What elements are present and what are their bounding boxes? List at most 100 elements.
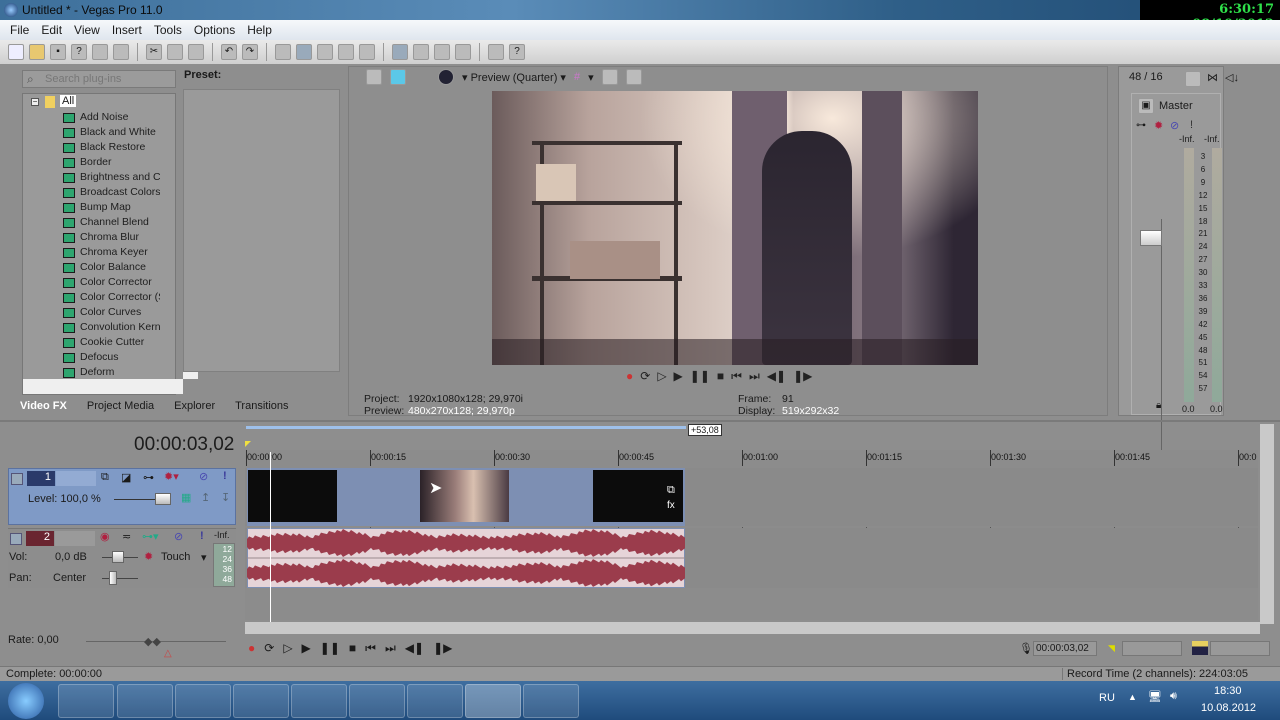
mute-icon[interactable]: ⊘ <box>199 470 208 483</box>
menu-insert[interactable]: Insert <box>106 20 148 40</box>
taskbar-app-chrome[interactable] <box>117 684 173 718</box>
save-icon[interactable]: ▪ <box>50 44 66 60</box>
copy-snapshot-icon[interactable] <box>601 69 618 85</box>
taskbar-app-1[interactable] <box>175 684 231 718</box>
split-screen-icon[interactable] <box>414 69 430 85</box>
selection-tool-icon[interactable] <box>434 44 450 60</box>
open-icon[interactable] <box>29 44 45 60</box>
solo-icon[interactable]: ! <box>223 470 227 482</box>
tray-expand-icon[interactable]: ▲ <box>1128 692 1137 702</box>
overlays-grid-icon[interactable]: # <box>574 71 580 83</box>
menu-options[interactable]: Options <box>188 20 241 40</box>
properties-icon[interactable] <box>113 44 129 60</box>
play-icon[interactable]: ▶ <box>674 369 683 384</box>
next-frame-icon[interactable]: ❚▶ <box>793 369 812 384</box>
stop-icon[interactable]: ■ <box>717 369 724 384</box>
menu-file[interactable]: File <box>4 20 35 40</box>
compositing-parent-icon[interactable]: ◪ <box>121 471 131 484</box>
plugin-item[interactable]: Deform <box>80 366 160 378</box>
preset-list[interactable] <box>183 89 340 372</box>
taskbar-app-ccleaner[interactable] <box>58 684 114 718</box>
plugin-item[interactable]: Color Balance <box>80 261 160 273</box>
pan-slider-handle[interactable] <box>109 571 117 585</box>
taskbar-app-4[interactable] <box>523 684 579 718</box>
master-mute-icon[interactable]: ⊘ <box>1170 119 1179 132</box>
automation-mode[interactable]: Touch <box>161 551 190 563</box>
save-as-icon[interactable]: ? <box>71 44 87 60</box>
master-solo-icon[interactable]: ! <box>1190 119 1193 131</box>
playhead-cursor[interactable] <box>270 452 271 622</box>
timeline-vscrollbar[interactable] <box>1260 424 1274 624</box>
video-track-name[interactable] <box>56 471 96 486</box>
plugin-item[interactable]: Defocus <box>80 351 160 363</box>
compositing-mode-icon[interactable]: ⧉ <box>101 471 109 484</box>
go-to-end-icon[interactable]: ⏭ <box>385 641 396 656</box>
auto-crossfade-icon[interactable] <box>296 44 312 60</box>
track-fx-icon[interactable]: ⊶▾ <box>142 530 159 543</box>
track-minimize-icon[interactable] <box>10 533 22 545</box>
zoom-tool-icon[interactable] <box>455 44 471 60</box>
go-to-start-icon[interactable]: ⏮ <box>365 641 376 656</box>
redo-icon[interactable]: ↷ <box>242 44 258 60</box>
new-icon[interactable] <box>8 44 24 60</box>
arm-record-icon[interactable]: ◉ <box>100 530 110 543</box>
record-icon[interactable]: ● <box>248 641 255 656</box>
timeline-hscrollbar[interactable] <box>245 622 1260 634</box>
preview-properties-icon[interactable] <box>366 69 382 85</box>
plugin-item[interactable]: Border <box>80 156 160 168</box>
mixer-properties-icon[interactable] <box>1185 71 1201 87</box>
lock-envelopes-icon[interactable] <box>338 44 354 60</box>
downmix-icon[interactable]: ⋈ <box>1207 71 1218 84</box>
start-button[interactable] <box>8 683 44 719</box>
track-motion-icon[interactable]: ⊶ <box>143 471 154 484</box>
previous-frame-icon[interactable]: ◀❚ <box>767 369 786 384</box>
plugin-item[interactable]: Black Restore <box>80 141 160 153</box>
external-monitor-icon[interactable] <box>390 69 406 85</box>
loop-playback-icon[interactable]: ⟳ <box>264 641 274 656</box>
event-fx-icon[interactable]: fx <box>667 500 675 511</box>
loop-playback-icon[interactable]: ⟳ <box>640 369 650 384</box>
video-track-lane[interactable]: ⧉ fx ➤ <box>245 468 1258 526</box>
selection-length-field[interactable] <box>1210 641 1270 656</box>
plugin-item[interactable]: Color Curves <box>80 306 160 318</box>
loop-region-bar[interactable] <box>246 426 686 429</box>
invert-phase-icon[interactable]: ≂ <box>122 530 131 543</box>
level-slider-handle[interactable] <box>155 493 171 505</box>
tab-explorer[interactable]: Explorer <box>164 398 225 416</box>
taskbar-app-icq[interactable] <box>349 684 405 718</box>
plugin-item[interactable]: Chroma Blur <box>80 231 160 243</box>
collapse-keyframes-icon[interactable]: ↧ <box>221 491 230 504</box>
plugin-item[interactable]: Convolution Kerne <box>80 321 160 333</box>
envelope-tool-icon[interactable] <box>413 44 429 60</box>
master-insert-icon[interactable]: ⊶ <box>1136 120 1146 131</box>
language-indicator[interactable]: RU <box>1099 692 1115 704</box>
tree-root-all[interactable]: All <box>60 95 77 107</box>
menu-view[interactable]: View <box>68 20 106 40</box>
pan-slider[interactable] <box>102 578 138 579</box>
plugin-list-hscrollbar[interactable] <box>23 379 183 394</box>
volume-icon[interactable]: 🔊︎ <box>1170 690 1177 703</box>
plugin-item[interactable]: Add Noise <box>80 111 160 123</box>
marker-icon[interactable] <box>245 441 251 447</box>
preview-quality-dropdown[interactable]: ▾ Preview (Quarter) ▾ <box>462 71 566 84</box>
tab-transitions[interactable]: Transitions <box>225 398 298 416</box>
pause-icon[interactable]: ❚❚ <box>690 369 710 384</box>
fx-bypass-icon[interactable] <box>438 69 454 85</box>
go-to-start-icon[interactable]: ⏮ <box>731 369 742 384</box>
stop-icon[interactable]: ■ <box>349 641 356 656</box>
track-fx-icon[interactable]: ✹▾ <box>164 470 179 483</box>
plugin-item[interactable]: Black and White <box>80 126 160 138</box>
play-from-start-icon[interactable]: ▷ <box>283 641 292 656</box>
plugin-item[interactable]: Color Corrector (S <box>80 291 160 303</box>
next-frame-icon[interactable]: ❚▶ <box>433 641 452 656</box>
plugin-search-input[interactable]: ⌕ Search plug-ins <box>22 70 176 88</box>
audio-track-header[interactable]: 2 ◉ ≂ ⊶▾ ⊘ ! -Inf. 12 24 36 48 Vol: 0,0 dB … <box>8 528 236 588</box>
taskbar-app-vegas[interactable] <box>465 684 521 718</box>
dock-splitter[interactable] <box>0 420 1280 422</box>
taskbar-time[interactable]: 18:30 <box>1214 685 1242 697</box>
whats-this-help-icon[interactable]: ? <box>509 44 525 60</box>
play-icon[interactable]: ▶ <box>302 641 311 656</box>
audio-track-lane[interactable] <box>245 528 1258 588</box>
plugin-item[interactable]: Bump Map <box>80 201 160 213</box>
menu-edit[interactable]: Edit <box>35 20 68 40</box>
